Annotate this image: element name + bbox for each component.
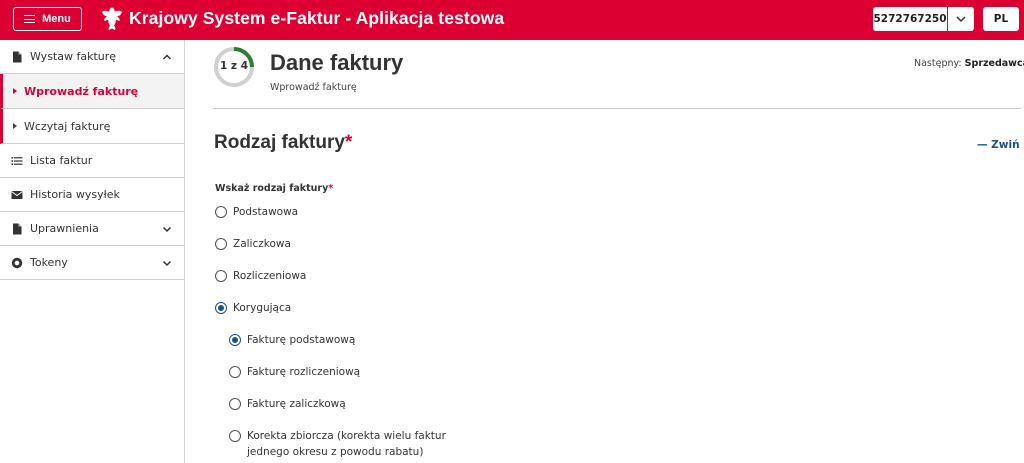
- sidebar-item-uprawnienia[interactable]: Uprawnienia: [0, 212, 184, 246]
- next-step-prefix: Następny:: [914, 58, 962, 69]
- radio-circle[interactable]: [229, 398, 241, 410]
- radio-label: Korekta zbiorcza (korekta wielu faktur j…: [247, 430, 446, 458]
- required-marker: *: [328, 183, 334, 194]
- top-bar: Menu Krajowy System e-Faktur - Aplikacja…: [0, 0, 1024, 40]
- radio-label: Podstawowa: [233, 206, 299, 218]
- field-label: Wskaż rodzaj faktury*: [215, 183, 333, 194]
- bullet-arrow-icon: [13, 88, 17, 94]
- language-button[interactable]: PL: [983, 7, 1019, 31]
- sidebar-item-label: Tokeny: [30, 256, 68, 269]
- sidebar: Wystaw fakturę Wprowadź fakturę Wczytaj …: [0, 40, 185, 463]
- menu-button[interactable]: Menu: [13, 7, 82, 31]
- section-title-text: Rodzaj faktury: [214, 132, 345, 153]
- app-title: Krajowy System e-Faktur - Aplikacja test…: [129, 8, 505, 28]
- bullet-arrow-icon: [13, 123, 17, 129]
- sidebar-item-lista-faktur[interactable]: Lista faktur: [0, 144, 184, 178]
- radio-podstawowa[interactable]: Podstawowa: [215, 206, 298, 220]
- radio-circle[interactable]: [215, 270, 227, 282]
- sidebar-item-tokeny[interactable]: Tokeny: [0, 246, 184, 280]
- radio-circle[interactable]: [229, 430, 241, 442]
- sidebar-item-label: Historia wysyłek: [30, 188, 120, 201]
- page-subtitle: Wprowadź fakturę: [270, 82, 357, 93]
- required-marker: *: [344, 132, 353, 153]
- chevron-up-icon: [162, 54, 172, 60]
- collapse-button[interactable]: — Zwiń: [977, 139, 1020, 151]
- nip-dropdown-button[interactable]: [948, 7, 974, 31]
- document-icon: [13, 51, 22, 63]
- sidebar-item-label: Wczytaj fakturę: [24, 120, 111, 133]
- radio-zaliczkowa[interactable]: Zaliczkowa: [215, 238, 291, 252]
- hamburger-icon: [24, 15, 36, 23]
- radio-fakture-podstawowa[interactable]: Fakturę podstawową: [229, 334, 355, 348]
- chevron-down-icon: [956, 15, 966, 22]
- sidebar-item-wczytaj-fakture[interactable]: Wczytaj fakturę: [0, 109, 184, 144]
- step-counter: 1 z 4: [219, 60, 249, 72]
- radio-label: Korygująca: [233, 302, 292, 314]
- page-title: Dane faktury: [270, 50, 404, 75]
- field-label-text: Wskaż rodzaj faktury: [215, 183, 329, 194]
- next-step-value: Sprzedawca: [964, 58, 1024, 69]
- radio-label: Fakturę podstawową: [247, 334, 356, 346]
- eagle-emblem-icon: [102, 7, 122, 30]
- menu-button-label: Menu: [42, 13, 71, 25]
- sidebar-item-label: Wprowadź fakturę: [24, 85, 139, 98]
- sidebar-item-historia-wysylek[interactable]: Historia wysyłek: [0, 178, 184, 212]
- nip-selector[interactable]: 5272767250: [873, 7, 947, 31]
- radio-circle[interactable]: [215, 238, 227, 250]
- sidebar-item-label: Uprawnienia: [30, 222, 99, 235]
- chevron-down-icon: [162, 226, 172, 233]
- radio-fakture-rozliczeniowa[interactable]: Fakturę rozliczeniową: [229, 366, 360, 380]
- radio-label: Zaliczkowa: [233, 238, 291, 250]
- sidebar-item-label: Lista faktur: [30, 154, 93, 167]
- radio-circle[interactable]: [229, 366, 241, 378]
- radio-label: Fakturę rozliczeniową: [247, 366, 361, 378]
- list-icon: [11, 157, 23, 165]
- radio-rozliczeniowa[interactable]: Rozliczeniowa: [215, 270, 306, 284]
- radio-fakture-zaliczkowa[interactable]: Fakturę zaliczkową: [229, 398, 346, 412]
- radio-circle[interactable]: [215, 206, 227, 218]
- radio-circle[interactable]: [229, 334, 241, 346]
- section-title: Rodzaj faktury*: [214, 132, 352, 154]
- chevron-down-icon: [162, 260, 172, 267]
- sidebar-item-wprowadz-fakture[interactable]: Wprowadź fakturę: [0, 74, 184, 109]
- sidebar-item-label: Wystaw fakturę: [30, 50, 117, 63]
- next-step-indicator: Następny: Sprzedawca: [914, 58, 1024, 69]
- radio-label: Fakturę zaliczkową: [247, 398, 346, 410]
- sidebar-item-wystaw-fakture[interactable]: Wystaw fakturę: [0, 40, 184, 74]
- envelope-icon: [11, 191, 23, 199]
- radio-label: Rozliczeniowa: [233, 270, 307, 282]
- radio-korekta-zbiorcza[interactable]: Korekta zbiorcza (korekta wielu faktur j…: [229, 430, 479, 460]
- radio-korygujaca[interactable]: Korygująca: [215, 302, 291, 316]
- collapse-label: Zwiń: [991, 139, 1020, 151]
- divider: [213, 108, 1021, 109]
- token-icon: [11, 257, 23, 269]
- radio-circle[interactable]: [215, 302, 227, 314]
- document-icon: [13, 223, 22, 235]
